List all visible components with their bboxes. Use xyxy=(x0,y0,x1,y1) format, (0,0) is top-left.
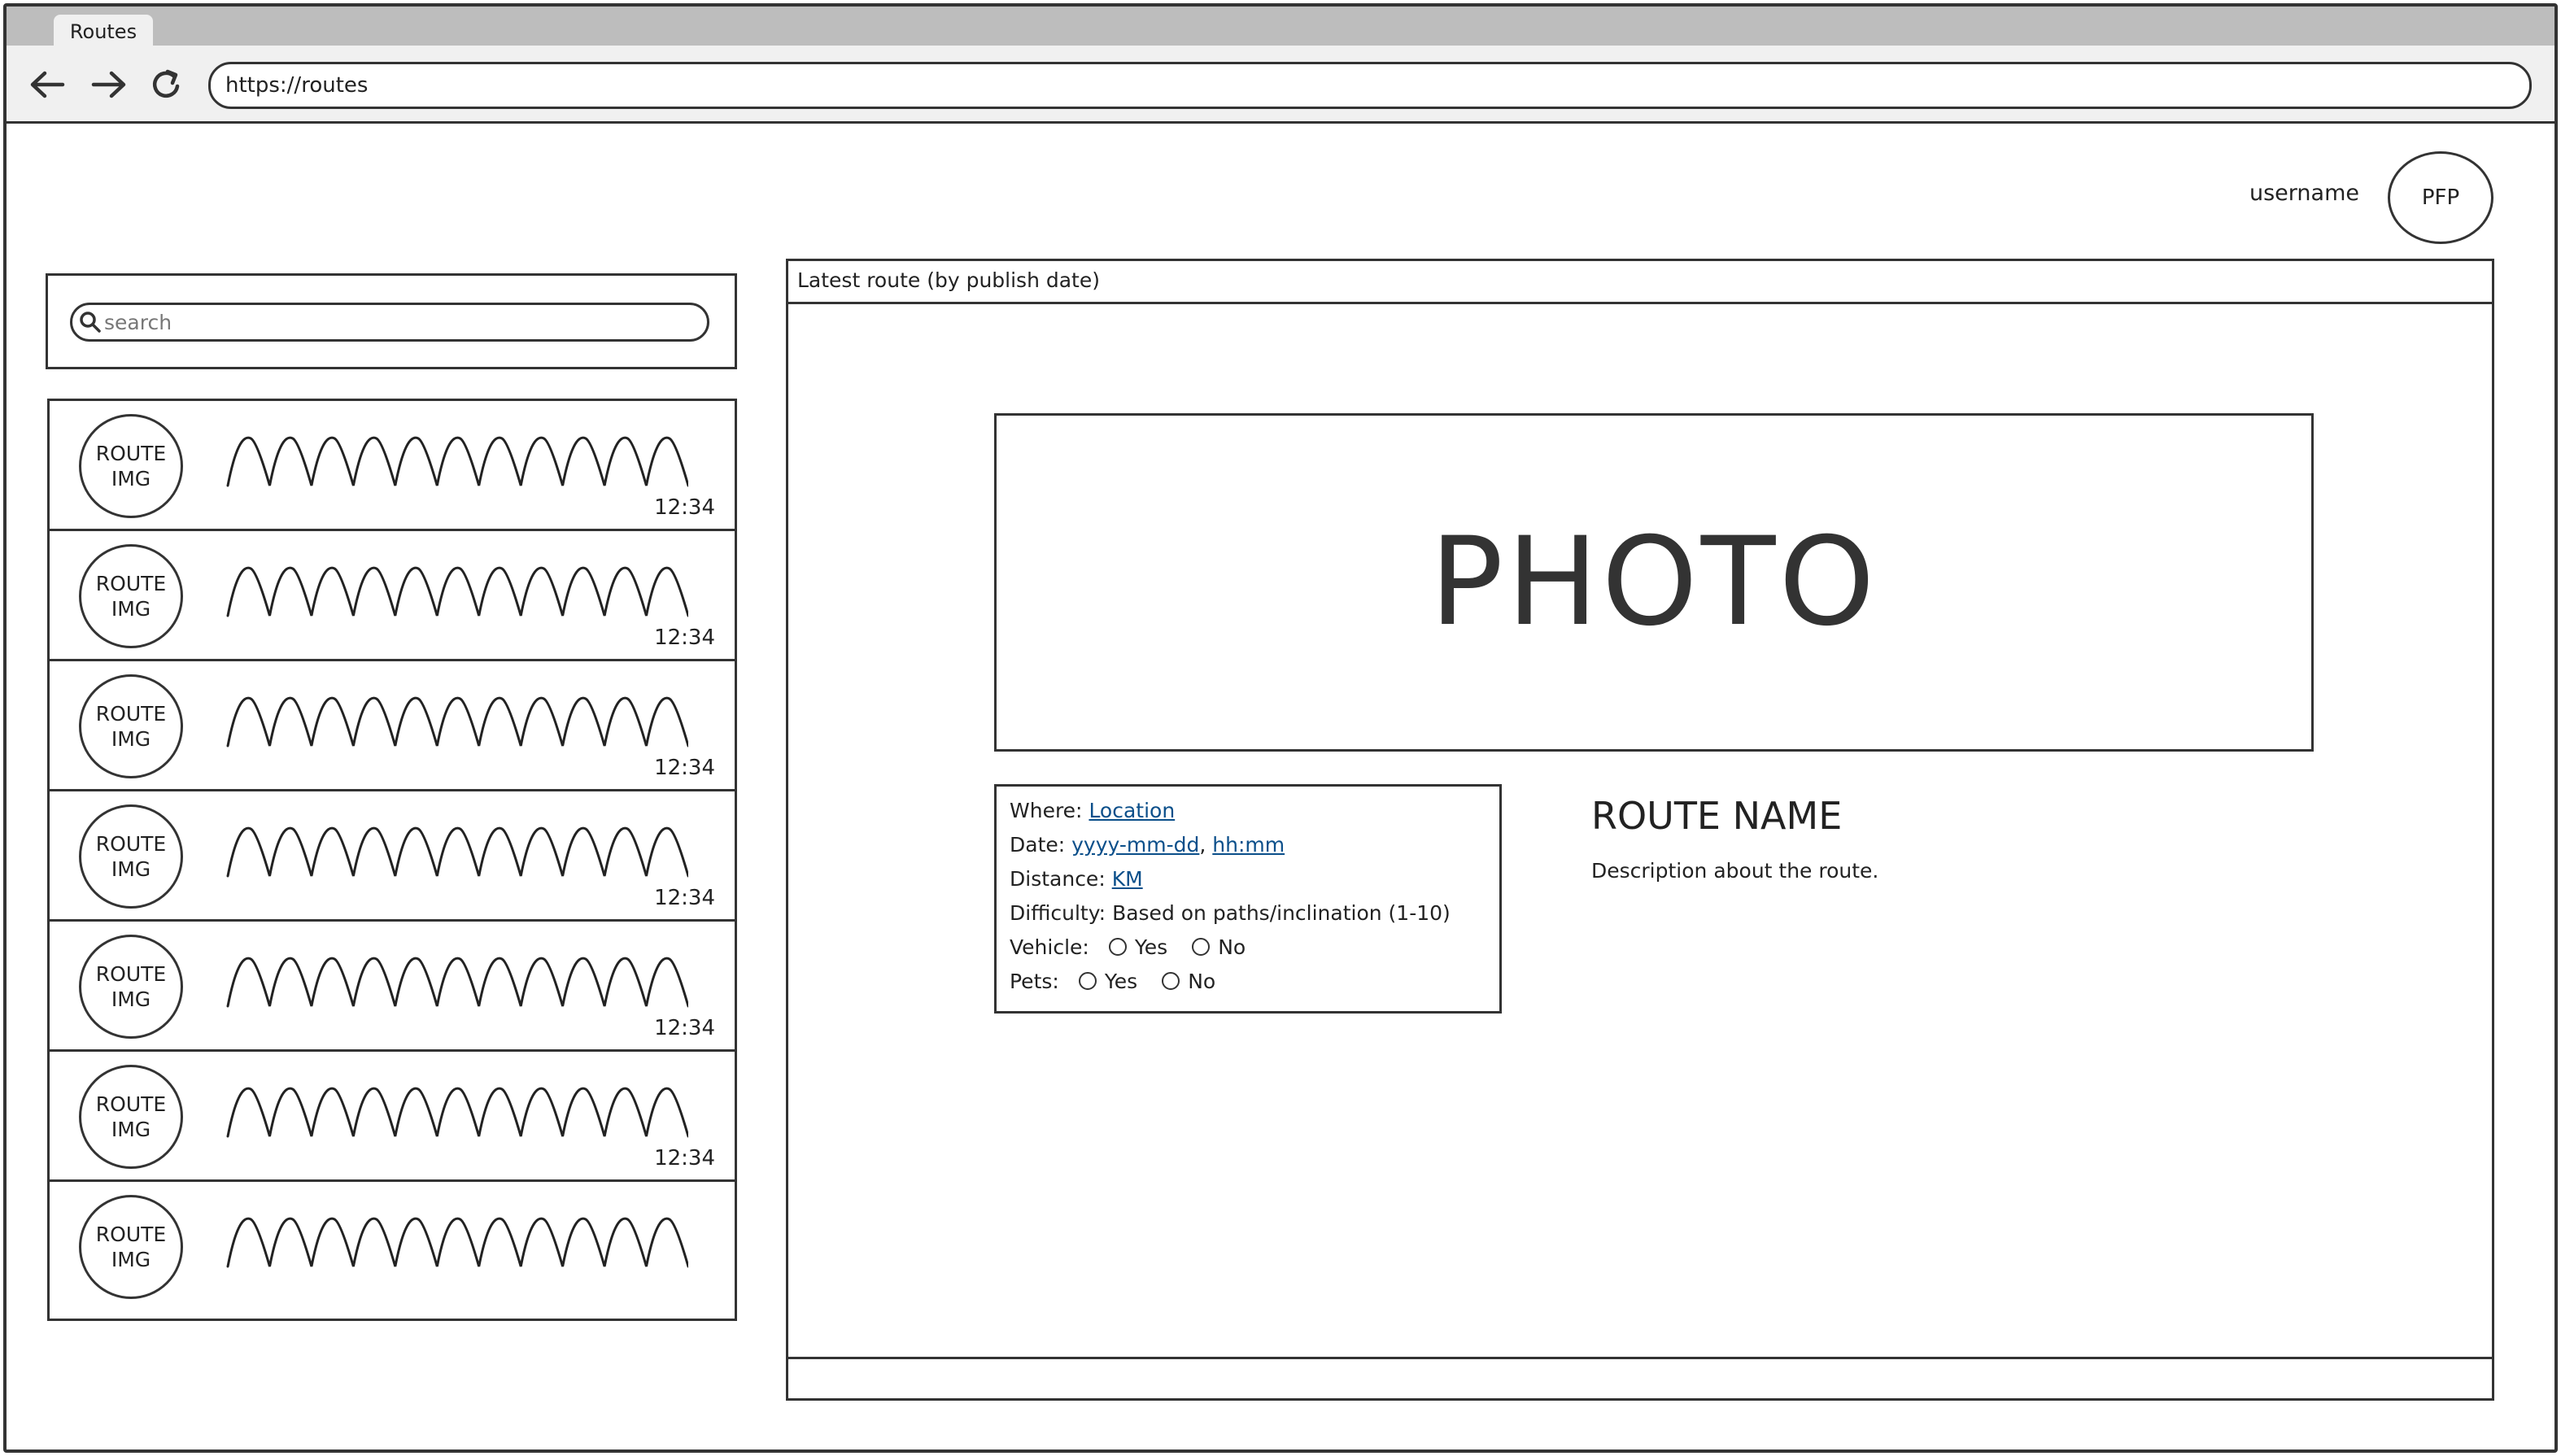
route-name: ROUTE NAME xyxy=(1591,794,1843,838)
route-description: Description about the route. xyxy=(1591,859,1879,883)
route-image-label: ROUTE xyxy=(95,832,167,856)
route-image-label: ROUTE xyxy=(95,572,167,595)
route-time: 12:34 xyxy=(654,886,715,910)
difficulty-label: Difficulty: xyxy=(1010,900,1106,925)
vehicle-no-radio[interactable] xyxy=(1192,938,1211,956)
photo-label: PHOTO xyxy=(1429,512,1878,653)
text-scribble xyxy=(226,1217,688,1268)
pets-yes-label: Yes xyxy=(1104,969,1138,993)
pets-no-radio[interactable] xyxy=(1162,972,1180,990)
route-list-item[interactable]: ROUTE IMG xyxy=(50,1179,735,1310)
route-photo: PHOTO xyxy=(994,413,2314,752)
route-time: 12:34 xyxy=(654,1146,715,1170)
text-scribble xyxy=(226,696,688,748)
route-time: 12:34 xyxy=(654,626,715,650)
avatar-label: PFP xyxy=(2421,185,2460,210)
date-label: Date: xyxy=(1010,832,1066,857)
route-image-label: ROUTE xyxy=(95,962,167,986)
route-list-item[interactable]: ROUTE IMG 12:34 xyxy=(50,789,735,919)
text-scribble xyxy=(226,566,688,617)
difficulty-value: Based on paths/inclination (1-10) xyxy=(1112,900,1451,925)
pets-no-label: No xyxy=(1188,969,1216,993)
distance-label: Distance: xyxy=(1010,866,1106,891)
route-image-label: IMG xyxy=(111,597,151,621)
route-image-placeholder: ROUTE IMG xyxy=(79,1065,183,1169)
text-scribble xyxy=(226,436,688,487)
route-image-placeholder: ROUTE IMG xyxy=(79,1195,183,1299)
route-image-label: IMG xyxy=(111,857,151,881)
detail-pets: Pets: Yes No xyxy=(1010,964,1486,998)
avatar[interactable]: PFP xyxy=(2388,151,2493,244)
route-list: ROUTE IMG 12:34 ROUTE IMG 12:34 ROUTE IMG 1… xyxy=(47,399,737,1321)
date-separator: , xyxy=(1199,832,1206,857)
text-scribble xyxy=(226,826,688,878)
detail-where: Where: Location xyxy=(1010,793,1486,827)
search-input[interactable] xyxy=(104,306,698,338)
route-list-item[interactable]: ROUTE IMG 12:34 xyxy=(50,659,735,789)
vehicle-yes-label: Yes xyxy=(1134,935,1168,959)
time-link[interactable]: hh:mm xyxy=(1212,833,1285,857)
detail-vehicle: Vehicle: Yes No xyxy=(1010,930,1486,964)
route-details: Where: Location Date: yyyy-mm-dd, hh:mm … xyxy=(994,784,1502,1014)
text-scribble xyxy=(226,1087,688,1138)
route-image-placeholder: ROUTE IMG xyxy=(79,804,183,909)
distance-link[interactable]: KM xyxy=(1112,867,1143,891)
detail-difficulty: Difficulty: Based on paths/inclination (… xyxy=(1010,896,1486,930)
panel-title: Latest route (by publish date) xyxy=(797,268,1100,292)
route-time: 12:34 xyxy=(654,495,715,520)
vehicle-label: Vehicle: xyxy=(1010,935,1089,959)
panel-header: Latest route (by publish date) xyxy=(786,259,2494,304)
route-list-item[interactable]: ROUTE IMG 12:34 xyxy=(50,529,735,659)
panel-footer xyxy=(786,1357,2494,1401)
route-image-label: IMG xyxy=(111,727,151,751)
route-list-item[interactable]: ROUTE IMG 12:34 xyxy=(50,1049,735,1179)
route-list-item[interactable]: ROUTE IMG 12:34 xyxy=(50,919,735,1049)
vehicle-no-label: No xyxy=(1218,935,1246,959)
route-time: 12:34 xyxy=(654,1016,715,1040)
search-icon xyxy=(78,310,103,334)
route-image-label: ROUTE xyxy=(95,1092,167,1116)
route-list-item[interactable]: ROUTE IMG 12:34 xyxy=(50,399,735,529)
route-image-label: IMG xyxy=(111,467,151,490)
date-link[interactable]: yyyy-mm-dd xyxy=(1071,833,1199,857)
route-time: 12:34 xyxy=(654,756,715,780)
pets-yes-radio[interactable] xyxy=(1078,972,1097,990)
route-image-label: ROUTE xyxy=(95,442,167,465)
vehicle-yes-radio[interactable] xyxy=(1108,938,1127,956)
route-image-placeholder: ROUTE IMG xyxy=(79,674,183,778)
detail-date: Date: yyyy-mm-dd, hh:mm xyxy=(1010,827,1486,861)
text-scribble xyxy=(226,957,688,1008)
detail-distance: Distance: KM xyxy=(1010,861,1486,896)
route-image-label: IMG xyxy=(111,1248,151,1271)
route-image-placeholder: ROUTE IMG xyxy=(79,935,183,1039)
route-image-label: ROUTE xyxy=(95,702,167,726)
route-image-placeholder: ROUTE IMG xyxy=(79,544,183,648)
username-label[interactable]: username xyxy=(2245,181,2359,213)
route-image-placeholder: ROUTE IMG xyxy=(79,414,183,518)
route-image-label: ROUTE xyxy=(95,1223,167,1246)
pets-label: Pets: xyxy=(1010,969,1059,993)
route-image-label: IMG xyxy=(111,1118,151,1141)
route-image-label: IMG xyxy=(111,987,151,1011)
where-label: Where: xyxy=(1010,798,1083,822)
location-link[interactable]: Location xyxy=(1089,799,1175,822)
